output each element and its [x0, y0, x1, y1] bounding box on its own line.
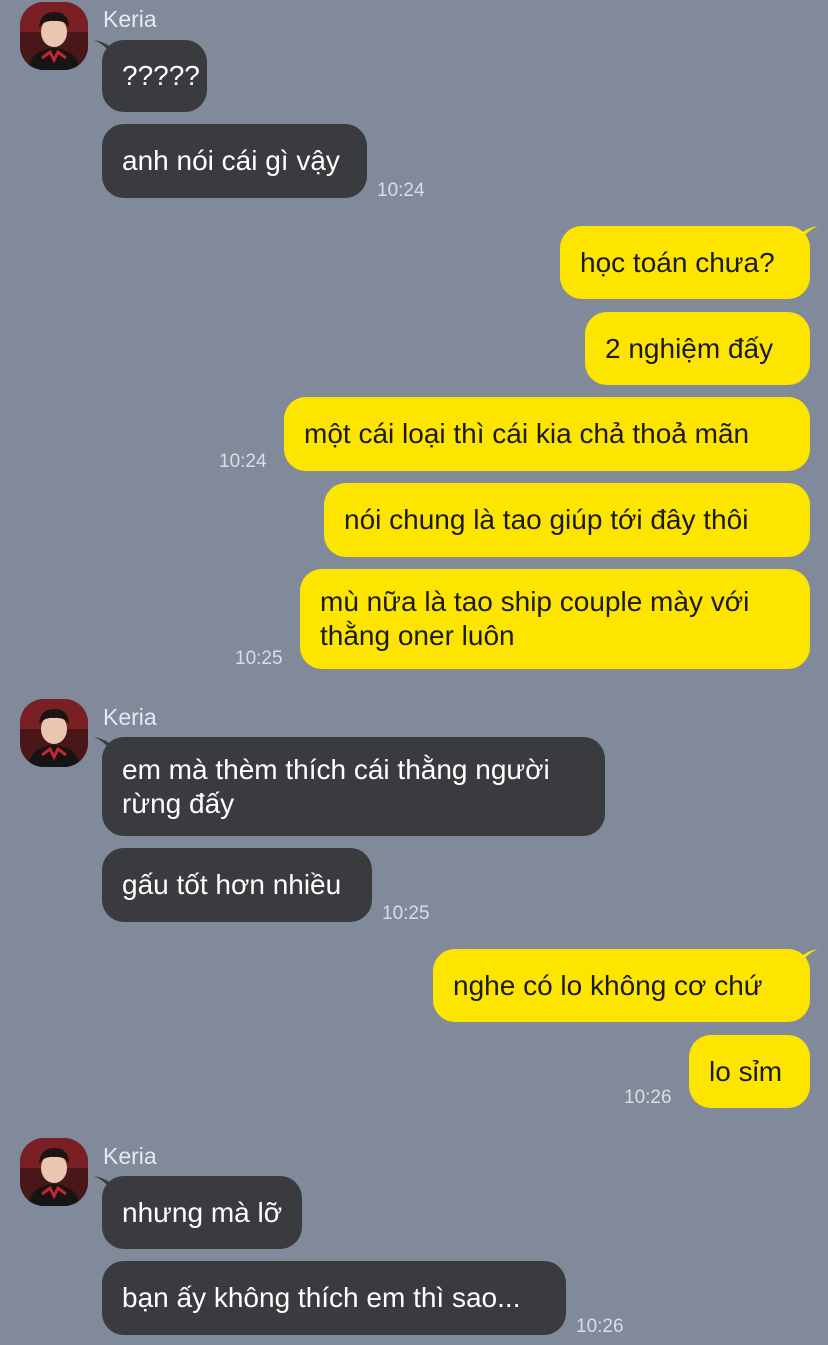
message-bubble[interactable]: mù nữa là tao ship couple mày với thằng … — [300, 569, 810, 669]
message-timestamp: 10:24 — [377, 180, 425, 201]
message-timestamp: 10:26 — [624, 1087, 672, 1108]
message-bubble[interactable]: em mà thèm thích cái thằng người rừng đấ… — [102, 737, 605, 836]
message-timestamp: 10:25 — [235, 648, 283, 669]
message-bubble[interactable]: một cái loại thì cái kia chả thoả mãn — [284, 397, 810, 471]
contact-avatar[interactable] — [20, 2, 88, 70]
chat-message-list[interactable]: Keria ????? anh nói cái gì vậy 10:24 học… — [0, 0, 828, 1345]
message-bubble[interactable]: bạn ấy không thích em thì sao... — [102, 1261, 566, 1335]
contact-avatar[interactable] — [20, 1138, 88, 1206]
message-bubble[interactable]: anh nói cái gì vậy — [102, 124, 367, 198]
message-bubble[interactable]: 2 nghiệm đấy — [585, 312, 810, 385]
profile-photo-icon — [20, 2, 88, 70]
message-bubble[interactable]: nghe có lo không cơ chứ — [433, 949, 810, 1022]
sender-name: Keria — [103, 704, 157, 730]
message-bubble[interactable]: gấu tốt hơn nhiều — [102, 848, 372, 922]
sender-name: Keria — [103, 1143, 157, 1169]
message-bubble[interactable]: ????? — [102, 40, 207, 112]
message-timestamp: 10:26 — [576, 1316, 624, 1337]
sender-name: Keria — [103, 6, 157, 32]
message-bubble[interactable]: học toán chưa? — [560, 226, 810, 299]
message-bubble[interactable]: nhưng mà lỡ — [102, 1176, 302, 1249]
contact-avatar[interactable] — [20, 699, 88, 767]
profile-photo-icon — [20, 699, 88, 767]
message-bubble[interactable]: nói chung là tao giúp tới đây thôi — [324, 483, 810, 557]
message-bubble[interactable]: lo sỉm — [689, 1035, 810, 1108]
profile-photo-icon — [20, 1138, 88, 1206]
message-timestamp: 10:24 — [219, 451, 267, 472]
message-timestamp: 10:25 — [382, 903, 430, 924]
